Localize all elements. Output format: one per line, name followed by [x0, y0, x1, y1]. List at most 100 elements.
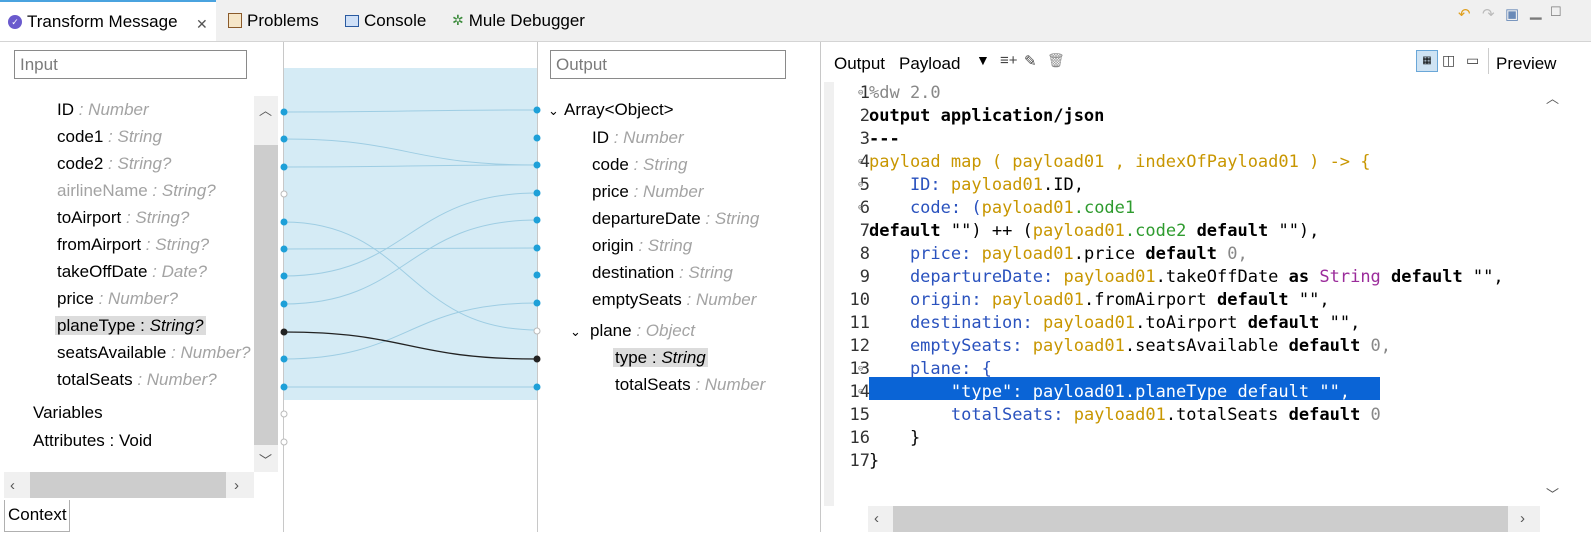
code-editor[interactable]: 1 ⊖ %dw 2.0 2 output application/json 3 --- …	[828, 82, 1540, 506]
tab-mule-debugger[interactable]: ✲ Mule Debugger	[452, 0, 585, 41]
problems-icon	[228, 13, 242, 28]
input-search-field[interactable]: Input	[14, 50, 247, 79]
tab-label: Transform Message	[27, 11, 178, 31]
tab-console[interactable]: Console	[345, 0, 426, 41]
input-horizontal-scroll-thumb[interactable]	[30, 472, 226, 498]
scroll-left-icon[interactable]: ‹	[10, 477, 15, 494]
connector-dot	[533, 189, 541, 197]
edit-icon[interactable]: ✎	[1024, 52, 1037, 70]
fold-icon[interactable]: ⊖	[858, 82, 863, 105]
scroll-down-icon[interactable]: ﹀	[1546, 484, 1559, 503]
tab-transform-message[interactable]: ✓ Transform Message ✕	[0, 0, 216, 41]
connector-dot	[280, 218, 288, 226]
connector-dot	[533, 134, 541, 142]
mapping-line	[283, 192, 538, 277]
input-variables[interactable]: Variables	[33, 399, 103, 426]
connector-dot	[533, 271, 541, 279]
fold-icon[interactable]: ⊖	[858, 358, 863, 381]
graphics-view-icon[interactable]: ▦	[1416, 50, 1438, 72]
save-icon[interactable]: ▣	[1505, 5, 1519, 23]
output-field-code[interactable]: code : String	[592, 151, 759, 178]
input-field-id[interactable]: ID : Number	[57, 96, 250, 123]
delete-icon[interactable]: 🗑	[1047, 52, 1065, 69]
code-line: default "") ++ (payload01.code2 default …	[869, 221, 1320, 241]
add-target-icon[interactable]: ≡+	[1000, 52, 1018, 69]
line-number: 17	[849, 451, 870, 471]
code-line: }	[869, 428, 921, 448]
fold-icon[interactable]: ⊖	[858, 197, 863, 220]
output-field-totalseats[interactable]: totalSeats : Number	[615, 371, 765, 398]
connector-dot	[280, 383, 288, 391]
scroll-right-icon[interactable]: ›	[234, 477, 239, 494]
chevron-down-icon[interactable]: ⌄	[548, 97, 564, 124]
connector-dot	[533, 161, 541, 169]
split-view-icon[interactable]: ◫	[1442, 52, 1455, 69]
mapping-line	[283, 302, 538, 360]
output-label: Output	[834, 54, 886, 73]
dropdown-icon[interactable]: ▼	[976, 52, 990, 68]
line-number: 3	[859, 129, 870, 149]
input-field-fromairport[interactable]: fromAirport : String?	[57, 231, 250, 258]
code-line: }	[869, 451, 880, 471]
tab-context[interactable]: Context	[4, 500, 70, 532]
input-field-code1[interactable]: code1 : String	[57, 123, 250, 150]
scroll-up-icon[interactable]: ︿	[1546, 88, 1559, 107]
preview-button[interactable]: Preview	[1496, 54, 1556, 74]
connector-dot	[280, 135, 288, 143]
code-line: plane: {	[869, 359, 992, 379]
input-vertical-scroll-thumb[interactable]	[254, 145, 278, 445]
connector-dot	[533, 244, 541, 252]
pane-divider[interactable]	[820, 42, 821, 532]
minimize-icon[interactable]: ▁	[1530, 2, 1542, 20]
editor-horizontal-scroll-thumb[interactable]	[893, 506, 1508, 532]
output-search-field[interactable]: Output	[550, 50, 786, 79]
input-field-takeoffdate[interactable]: takeOffDate : Date?	[57, 258, 250, 285]
input-field-code2[interactable]: code2 : String?	[57, 150, 250, 177]
scroll-down-icon[interactable]: ﹀	[259, 450, 272, 469]
code-line: price: payload01.price default 0,	[869, 244, 1248, 264]
mapping-line	[283, 247, 538, 250]
input-field-totalseats[interactable]: totalSeats : Number?	[57, 366, 250, 393]
connector-dot	[280, 355, 288, 363]
dataweave-icon: ✓	[8, 14, 22, 29]
chevron-down-icon[interactable]: ⌄	[570, 318, 590, 345]
output-field-origin[interactable]: origin : String	[592, 232, 759, 259]
connector-dot	[280, 300, 288, 308]
maximize-icon[interactable]: ☐	[1550, 4, 1562, 20]
source-view-icon[interactable]: ▭	[1466, 52, 1479, 69]
output-field-departuredate[interactable]: departureDate : String	[592, 205, 759, 232]
code-line: emptySeats: payload01.seatsAvailable def…	[869, 336, 1392, 356]
fold-icon[interactable]: ⊖	[858, 151, 863, 174]
undo-icon[interactable]: ↶	[1458, 5, 1471, 23]
scroll-right-icon[interactable]: ›	[1520, 510, 1525, 527]
input-field-airlinename[interactable]: airlineName : String?	[57, 177, 250, 204]
input-field-planetype[interactable]: planeType : String?	[55, 312, 250, 339]
output-field-plane[interactable]: ⌄ plane : Object	[570, 317, 695, 345]
output-field-emptyseats[interactable]: emptySeats : Number	[592, 286, 759, 313]
input-field-seatsavailable[interactable]: seatsAvailable : Number?	[57, 339, 250, 366]
redo-icon[interactable]: ↷	[1482, 5, 1495, 23]
output-plane-tree: type : String totalSeats : Number	[613, 344, 765, 398]
input-attributes[interactable]: Attributes : Void	[33, 427, 152, 454]
tab-problems[interactable]: Problems	[228, 0, 319, 41]
line-number: 2	[859, 106, 870, 126]
scroll-left-icon[interactable]: ‹	[874, 510, 879, 527]
editor-vertical-scrollbar[interactable]	[1540, 82, 1566, 506]
output-root[interactable]: ⌄ Array<Object>	[548, 96, 674, 124]
scroll-up-icon[interactable]: ︿	[259, 100, 272, 119]
fold-icon[interactable]: ⊖	[858, 381, 863, 404]
output-field-price[interactable]: price : Number	[592, 178, 759, 205]
input-field-toairport[interactable]: toAirport : String?	[57, 204, 250, 231]
connector-dot-empty	[280, 190, 288, 198]
connector-dot-selected	[533, 355, 541, 363]
output-field-id[interactable]: ID : Number	[592, 124, 759, 151]
connector-dot-selected	[280, 328, 288, 336]
output-field-destination[interactable]: destination : String	[592, 259, 759, 286]
close-icon[interactable]: ✕	[196, 16, 208, 33]
output-field-type[interactable]: type : String	[613, 344, 765, 371]
fold-icon[interactable]: ⊖	[858, 174, 863, 197]
console-icon	[345, 14, 359, 27]
line-number: 9	[859, 267, 870, 287]
input-field-price[interactable]: price : Number?	[57, 285, 250, 312]
payload-selector[interactable]: Payload	[899, 54, 960, 74]
